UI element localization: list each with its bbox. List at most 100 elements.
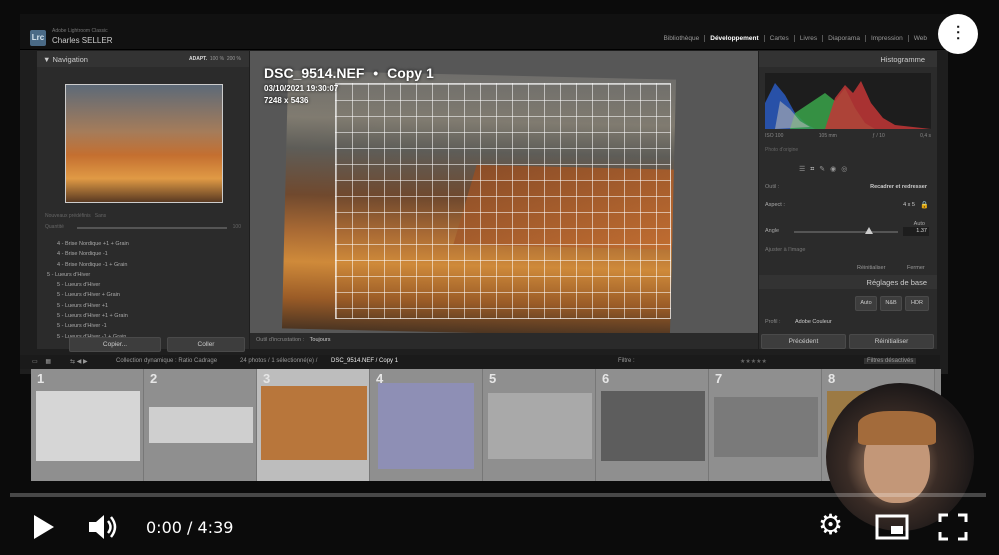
preset-item[interactable]: 5 - Lueurs d'Hiver +1 <box>37 301 249 311</box>
filmstrip-cell[interactable]: 6 <box>596 369 709 481</box>
histogram-header[interactable]: Histogramme <box>759 51 937 67</box>
app-name: Adobe Lightroom Classic <box>52 28 108 34</box>
angle-slider[interactable] <box>794 231 898 233</box>
thumb-index: 5 <box>489 371 497 386</box>
histogram-title: Histogramme <box>880 55 925 64</box>
bw-button[interactable]: N&B <box>880 296 902 311</box>
gear-icon[interactable]: ⚙ <box>818 510 843 540</box>
thumb-index: 1 <box>37 371 45 386</box>
exif-aperture: ƒ / 10 <box>872 133 885 139</box>
volume-icon[interactable] <box>86 512 120 542</box>
paste-button[interactable]: Coller <box>167 337 245 352</box>
navigator-header[interactable]: ▼ Navigation ADAPT. 100 % 200 % <box>37 51 249 67</box>
module-impression[interactable]: Impression <box>866 35 909 42</box>
webcam-overlay <box>826 383 974 531</box>
presets-label: Nouveaux prédéfinis <box>45 213 91 219</box>
zoom-fit[interactable]: ADAPT. <box>189 56 207 62</box>
auto-button[interactable]: Auto <box>855 296 877 311</box>
presets-list: 4 - Brise Nordique +1 + Grain 4 - Brise N… <box>37 239 249 342</box>
thumbnail-image <box>601 391 705 461</box>
photo-copy: Copy 1 <box>387 65 434 81</box>
reset-button[interactable]: Réinitialiser <box>849 334 934 349</box>
collection-label[interactable]: Collection dynamique : Ratio Cadrage <box>116 358 217 364</box>
zoom-100[interactable]: 100 % <box>210 56 224 62</box>
angle-slider-thumb[interactable] <box>864 227 873 234</box>
filmstrip-cell[interactable]: 3 <box>257 369 370 481</box>
module-livres[interactable]: Livres <box>795 35 824 42</box>
triangle-down-icon: ▼ <box>43 55 53 64</box>
preset-item[interactable]: 5 - Lueurs d'Hiver <box>37 270 249 280</box>
photo-count: 24 photos / 1 sélectionné(e) / <box>240 358 318 364</box>
previous-button[interactable]: Précédent <box>761 334 846 349</box>
thumbnail-image <box>149 407 253 443</box>
filmstrip-cell[interactable]: 5 <box>483 369 596 481</box>
amount-max: 100 <box>232 224 241 230</box>
preset-item[interactable]: 5 - Lueurs d'Hiver +1 + Grain <box>37 311 249 321</box>
preset-item[interactable]: 5 - Lueurs d'Hiver -1 <box>37 321 249 331</box>
sliders-settings-icon[interactable]: ⫶ <box>938 14 978 54</box>
crop-reset-button[interactable]: Réinitialiser <box>857 265 885 271</box>
mask-icon[interactable]: ◎ <box>841 166 852 173</box>
heal-icon[interactable]: ✎ <box>819 166 830 173</box>
module-cartes[interactable]: Cartes <box>765 35 795 42</box>
thumb-index: 3 <box>263 371 271 386</box>
thumbnail-image <box>714 397 818 457</box>
preset-item[interactable]: 5 - Lueurs d'Hiver + Grain <box>37 290 249 300</box>
zoom-200[interactable]: 200 % <box>227 56 241 62</box>
basic-header[interactable]: Réglages de base <box>759 275 937 289</box>
photo-date: 03/10/2021 19:30:07 <box>264 84 339 93</box>
nav-arrows-icon[interactable]: ⇆ ◀ ▶ <box>70 358 88 365</box>
overlay-value[interactable]: Toujours <box>310 337 331 343</box>
original-photo-label[interactable]: Photo d'origine <box>765 147 798 153</box>
preset-item[interactable]: 4 - Brise Nordique +1 + Grain <box>37 239 249 249</box>
play-icon[interactable] <box>30 512 56 542</box>
presets-none: Sans <box>94 213 107 219</box>
filmstrip-cell[interactable]: 2 <box>144 369 257 481</box>
module-web[interactable]: Web <box>909 35 932 42</box>
crop-icon[interactable]: ⌗ <box>810 166 819 173</box>
filmstrip: 1 2 3 45 6 7 8 <box>31 369 941 481</box>
filmstrip-cell[interactable]: 1 <box>31 369 144 481</box>
filmstrip-cell[interactable]: 4 <box>370 369 483 481</box>
user-name: Charles SELLER <box>52 36 113 45</box>
thumbnail-image <box>488 393 592 459</box>
video-progress-bar[interactable] <box>10 493 986 497</box>
preset-item[interactable]: 5 - Lueurs d'Hiver <box>37 280 249 290</box>
exif-iso: ISO 100 <box>765 133 784 139</box>
sliders-icon[interactable]: ☰ <box>799 166 810 173</box>
hdr-button[interactable]: HDR <box>905 296 929 311</box>
miniplayer-icon[interactable] <box>874 513 910 541</box>
crop-grid-overlay[interactable] <box>335 83 671 319</box>
preset-item[interactable]: 4 - Brise Nordique -1 <box>37 249 249 259</box>
aspect-label: Aspect : <box>765 202 785 208</box>
thumb-index: 7 <box>715 371 723 386</box>
angle-value[interactable]: 1.37 <box>903 227 929 236</box>
thumb-index: 2 <box>150 371 158 386</box>
histogram-chart <box>765 73 931 129</box>
lightroom-logo: Lrc <box>30 30 46 46</box>
grid-view-icon[interactable]: ▭ ▦ <box>32 358 54 365</box>
module-diaporama[interactable]: Diaporama <box>823 35 866 42</box>
crop-close-button[interactable]: Fermer <box>907 265 925 271</box>
preset-item[interactable]: 4 - Brise Nordique -1 + Grain <box>37 260 249 270</box>
navigator-preview[interactable] <box>65 84 223 203</box>
fullscreen-icon[interactable] <box>937 512 969 542</box>
profile-label: Profil : <box>765 319 781 325</box>
profile-select[interactable]: Adobe Couleur <box>795 319 832 325</box>
module-developpement[interactable]: Développement <box>705 35 765 42</box>
amount-slider[interactable] <box>77 227 227 229</box>
thumb-index: 6 <box>602 371 610 386</box>
tool-strip: ☰⌗✎◉◎ <box>799 165 852 174</box>
rating-filter-icon[interactable]: ★★★★★ <box>740 358 767 365</box>
eye-icon[interactable]: ◉ <box>830 166 841 173</box>
module-bibliotheque[interactable]: Bibliothèque <box>658 35 706 42</box>
copy-button[interactable]: Copier... <box>69 337 161 352</box>
photo-size: 7248 x 5436 <box>264 96 309 105</box>
fit-to-image-checkbox[interactable]: Ajuster à l'image <box>765 247 806 253</box>
filter-select[interactable]: Filtres désactivés <box>864 358 917 364</box>
filmstrip-cell[interactable]: 7 <box>709 369 822 481</box>
aspect-value[interactable]: 4 x 5 <box>903 202 915 208</box>
overlay-label: Outil d'incrustation : <box>256 337 305 343</box>
lock-icon[interactable]: 🔒 <box>920 201 929 209</box>
top-bar: Lrc Adobe Lightroom Classic Charles SELL… <box>20 14 948 50</box>
